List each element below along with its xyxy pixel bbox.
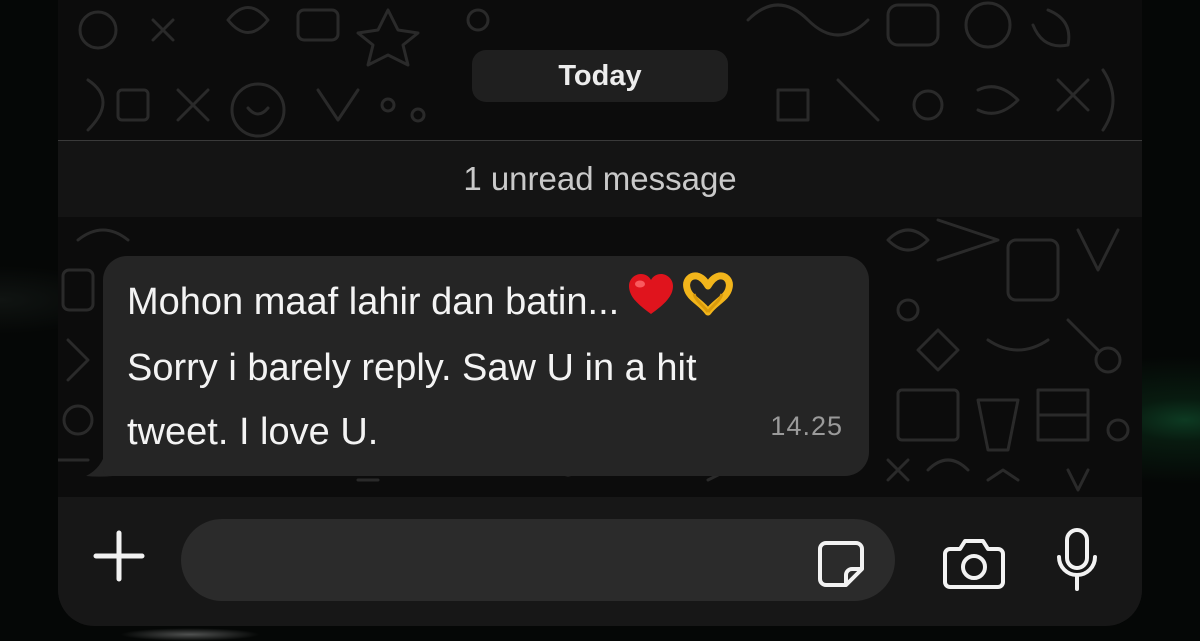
message-line: Sorry i barely reply. Saw U in a hit — [127, 346, 697, 389]
sticker-icon — [818, 541, 864, 587]
heart-emoji-icon — [627, 272, 675, 336]
date-separator-label: Today — [558, 59, 642, 92]
heart-hands-emoji-icon — [683, 272, 734, 336]
camera-button[interactable] — [942, 535, 1006, 591]
plus-icon — [93, 530, 145, 582]
voice-message-button[interactable] — [1054, 527, 1100, 597]
message-input[interactable] — [181, 519, 895, 601]
message-timestamp: 14.25 — [770, 411, 843, 441]
home-indicator-glow — [120, 628, 260, 641]
composer-bar — [58, 497, 1142, 626]
chat-window: Today 1 unread message Mohon maaf lahir … — [58, 0, 1142, 626]
camera-icon — [943, 539, 1005, 589]
attach-plus-button[interactable] — [88, 525, 150, 587]
screen-background: Today 1 unread message Mohon maaf lahir … — [0, 0, 1200, 641]
message-line-text: Mohon maaf lahir dan batin... — [127, 281, 620, 323]
microphone-icon — [1057, 528, 1097, 591]
sticker-button[interactable] — [816, 539, 866, 589]
date-separator: Today — [472, 50, 728, 102]
incoming-message-bubble[interactable]: Mohon maaf lahir dan batin... Sorry i ba… — [103, 256, 869, 476]
message-line: tweet. I love U. — [127, 410, 379, 453]
unread-messages-banner: 1 unread message — [58, 140, 1142, 217]
message-line: Mohon maaf lahir dan batin... — [127, 270, 857, 336]
unread-messages-label: 1 unread message — [463, 160, 737, 197]
message-text: Mohon maaf lahir dan batin... Sorry i ba… — [127, 270, 857, 464]
